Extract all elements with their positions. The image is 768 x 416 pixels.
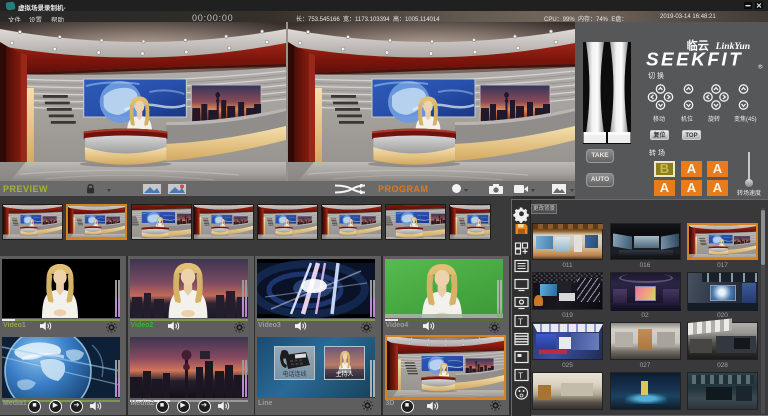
svg-text:T: T xyxy=(518,371,523,380)
svg-text:T: T xyxy=(518,317,523,326)
svg-text:®: ® xyxy=(758,64,763,71)
svg-text:SEEKFIT: SEEKFIT xyxy=(646,49,743,70)
